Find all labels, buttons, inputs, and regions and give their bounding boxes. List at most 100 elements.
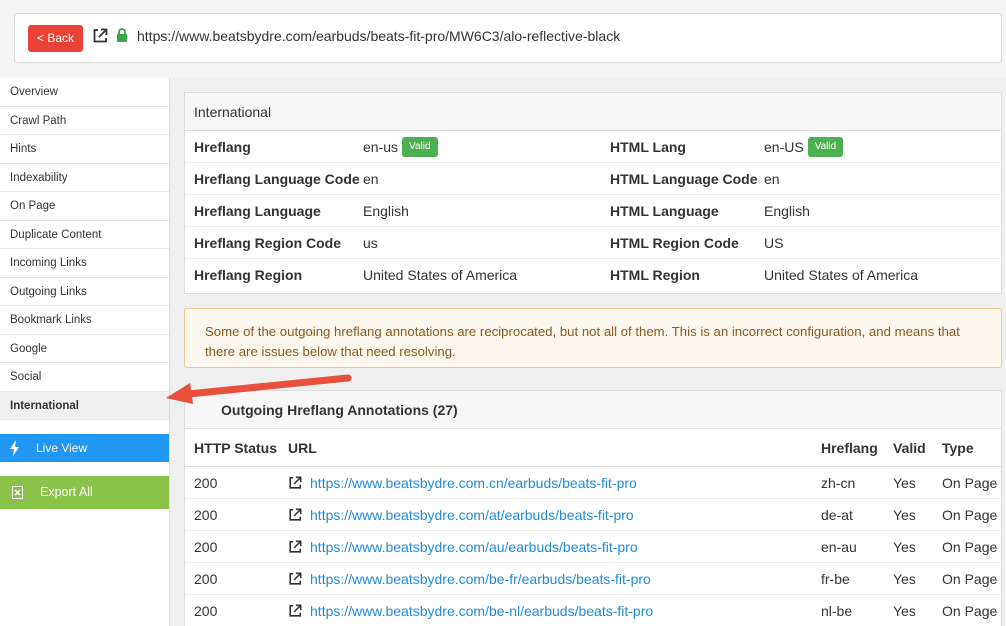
sidebar-item-outgoing-links[interactable]: Outgoing Links xyxy=(0,278,169,306)
outgoing-hreflang-title: Outgoing Hreflang Annotations (27) xyxy=(185,391,1001,429)
col-header-valid[interactable]: Valid xyxy=(893,429,926,467)
sidebar-item-crawl-path[interactable]: Crawl Path xyxy=(0,107,169,135)
hreflang-value: en-us Valid xyxy=(363,131,438,163)
http-status-cell: 200 xyxy=(194,571,218,587)
html-language-code-value: en xyxy=(764,171,780,187)
html-region-code-value: US xyxy=(764,235,784,251)
col-header-http-status[interactable]: HTTP Status xyxy=(194,429,277,467)
html-language-label: HTML Language xyxy=(610,203,719,219)
page-url: https://www.beatsbydre.com/earbuds/beats… xyxy=(137,28,621,44)
live-view-label: Live View xyxy=(36,441,88,455)
external-link-icon[interactable] xyxy=(288,604,302,618)
sidebar-item-google[interactable]: Google xyxy=(0,335,169,363)
intl-row: Hreflang Region Code us HTML Region Code… xyxy=(185,227,1001,259)
type-cell: On Page xyxy=(942,475,998,491)
valid-cell: Yes xyxy=(893,603,916,619)
sidebar-item-indexability[interactable]: Indexability xyxy=(0,164,169,192)
intl-row: Hreflang Language Code en HTML Language … xyxy=(185,163,1001,195)
type-cell: On Page xyxy=(942,603,998,619)
hreflang-language-code-value: en xyxy=(363,171,379,187)
top-bar: < Back https://www.beatsbydre.com/earbud… xyxy=(0,0,1006,78)
hreflang-cell: fr-be xyxy=(821,571,850,587)
sidebar-item-incoming-links[interactable]: Incoming Links xyxy=(0,249,169,278)
hreflang-region-value: United States of America xyxy=(363,267,518,283)
hreflang-label: Hreflang xyxy=(194,139,251,155)
table-row: 200 https://www.beatsbydre.com/be-fr/ear… xyxy=(185,563,1001,595)
sidebar: Overview Crawl Path Hints Indexability O… xyxy=(0,78,170,626)
html-lang-label: HTML Lang xyxy=(610,139,686,155)
hreflang-cell: de-at xyxy=(821,507,853,523)
table-row: 200 https://www.beatsbydre.com.cn/earbud… xyxy=(185,467,1001,499)
table-row: 200 https://www.beatsbydre.com/be-nl/ear… xyxy=(185,595,1001,626)
export-all-button[interactable]: Export All xyxy=(0,476,169,509)
http-status-cell: 200 xyxy=(194,475,218,491)
table-header: HTTP Status URL Hreflang Valid Type xyxy=(185,429,1001,467)
col-header-hreflang[interactable]: Hreflang xyxy=(821,429,878,467)
valid-cell: Yes xyxy=(893,571,916,587)
type-cell: On Page xyxy=(942,539,998,555)
outgoing-hreflang-panel: Outgoing Hreflang Annotations (27) HTTP … xyxy=(184,390,1002,626)
lightning-icon xyxy=(10,440,19,456)
external-link-icon[interactable] xyxy=(288,476,302,490)
intl-row: Hreflang Region United States of America… xyxy=(185,259,1001,291)
export-all-label: Export All xyxy=(40,485,93,499)
sidebar-item-international[interactable]: International xyxy=(0,391,169,420)
warning-alert: Some of the outgoing hreflang annotation… xyxy=(184,308,1002,368)
html-lang-value: en-US Valid xyxy=(764,131,844,163)
table-row: 200 https://www.beatsbydre.com/at/earbud… xyxy=(185,499,1001,531)
external-link-icon[interactable] xyxy=(92,28,108,44)
hreflang-region-label: Hreflang Region xyxy=(194,267,303,283)
hreflang-region-code-label: Hreflang Region Code xyxy=(194,235,342,251)
table-row: 200 https://www.beatsbydre.com/au/earbud… xyxy=(185,531,1001,563)
valid-cell: Yes xyxy=(893,475,916,491)
url-link[interactable]: https://www.beatsbydre.com.cn/earbuds/be… xyxy=(310,467,637,499)
url-link[interactable]: https://www.beatsbydre.com/at/earbuds/be… xyxy=(310,499,634,531)
hreflang-language-value: English xyxy=(363,203,409,219)
sidebar-item-overview[interactable]: Overview xyxy=(0,78,169,107)
sidebar-item-bookmark-links[interactable]: Bookmark Links xyxy=(0,306,169,335)
hreflang-value-text: en-us xyxy=(363,139,399,155)
html-lang-value-text: en-US xyxy=(764,139,804,155)
html-region-value: United States of America xyxy=(764,267,919,283)
col-header-url[interactable]: URL xyxy=(288,429,317,467)
hreflang-cell: en-au xyxy=(821,539,857,555)
valid-cell: Yes xyxy=(893,539,916,555)
sidebar-item-duplicate-content[interactable]: Duplicate Content xyxy=(0,221,169,249)
valid-badge: Valid xyxy=(402,137,438,158)
html-language-code-label: HTML Language Code xyxy=(610,171,758,187)
url-link[interactable]: https://www.beatsbydre.com/be-fr/earbuds… xyxy=(310,563,651,595)
intl-row: Hreflang Language English HTML Language … xyxy=(185,195,1001,227)
live-view-button[interactable]: Live View xyxy=(0,434,169,462)
http-status-cell: 200 xyxy=(194,539,218,555)
excel-file-icon xyxy=(12,486,23,499)
external-link-icon[interactable] xyxy=(288,572,302,586)
international-title: International xyxy=(185,93,1001,131)
http-status-cell: 200 xyxy=(194,507,218,523)
external-link-icon[interactable] xyxy=(288,540,302,554)
lock-icon xyxy=(117,28,127,42)
main-content: International Hreflang en-us Valid HTML L… xyxy=(170,78,1006,626)
url-box: < Back https://www.beatsbydre.com/earbud… xyxy=(14,13,1002,63)
sidebar-item-hints[interactable]: Hints xyxy=(0,135,169,164)
html-region-code-label: HTML Region Code xyxy=(610,235,739,251)
col-header-type[interactable]: Type xyxy=(942,429,974,467)
type-cell: On Page xyxy=(942,507,998,523)
http-status-cell: 200 xyxy=(194,603,218,619)
html-region-label: HTML Region xyxy=(610,267,700,283)
hreflang-cell: nl-be xyxy=(821,603,853,619)
hreflang-cell: zh-cn xyxy=(821,475,856,491)
international-panel: International Hreflang en-us Valid HTML L… xyxy=(184,92,1002,294)
sidebar-item-social[interactable]: Social xyxy=(0,363,169,392)
intl-row: Hreflang en-us Valid HTML Lang en-US Valid xyxy=(185,131,1001,163)
type-cell: On Page xyxy=(942,571,998,587)
html-language-value: English xyxy=(764,203,810,219)
hreflang-language-label: Hreflang Language xyxy=(194,203,321,219)
url-link[interactable]: https://www.beatsbydre.com/be-nl/earbuds… xyxy=(310,595,653,626)
valid-cell: Yes xyxy=(893,507,916,523)
url-link[interactable]: https://www.beatsbydre.com/au/earbuds/be… xyxy=(310,531,638,563)
back-button[interactable]: < Back xyxy=(28,25,83,52)
sidebar-item-on-page[interactable]: On Page xyxy=(0,192,169,221)
hreflang-region-code-value: us xyxy=(363,235,378,251)
external-link-icon[interactable] xyxy=(288,508,302,522)
